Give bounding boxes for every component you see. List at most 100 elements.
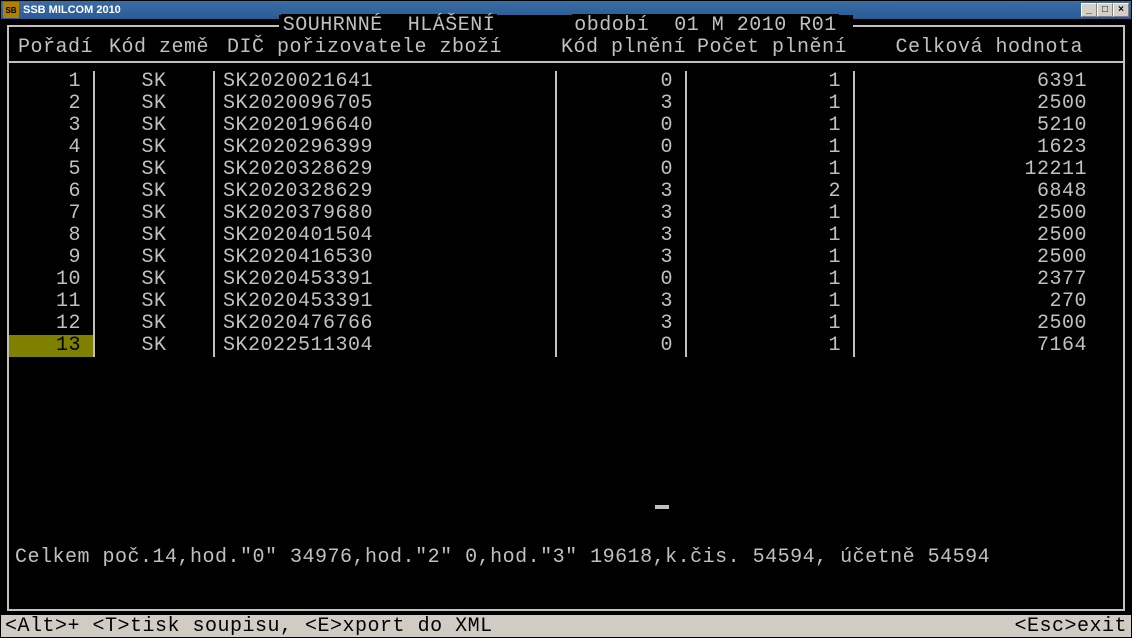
cell-hodnota: 6848: [855, 181, 1123, 203]
cell-pocet: 1: [687, 247, 855, 269]
cell-poradi: 4: [9, 137, 95, 159]
cell-pocet: 1: [687, 203, 855, 225]
cell-hodnota: 2377: [855, 269, 1123, 291]
cell-pocet: 2: [687, 181, 855, 203]
status-bar: <Alt>+ <T>tisk soupisu, <E>xport do XML …: [1, 615, 1131, 637]
cell-zeme: SK: [95, 93, 215, 115]
cell-dic: SK2020328629: [215, 159, 557, 181]
cell-kod: 3: [557, 181, 687, 203]
text-cursor: [655, 505, 669, 509]
cell-zeme: SK: [95, 181, 215, 203]
summary-line: Celkem poč.14,hod."0" 34976,hod."2" 0,ho…: [9, 545, 1123, 573]
cell-zeme: SK: [95, 159, 215, 181]
cell-zeme: SK: [95, 269, 215, 291]
col-pocet: Počet plnění: [691, 37, 859, 59]
cell-poradi: 5: [9, 159, 95, 181]
table-row[interactable]: 10SKSK2020453391012377: [9, 269, 1123, 291]
table-row[interactable]: 9SKSK2020416530312500: [9, 247, 1123, 269]
table-row[interactable]: 5SKSK20203286290112211: [9, 159, 1123, 181]
cell-zeme: SK: [95, 335, 215, 357]
cell-zeme: SK: [95, 71, 215, 93]
cell-poradi: 8: [9, 225, 95, 247]
cell-hodnota: 5210: [855, 115, 1123, 137]
cell-hodnota: 270: [855, 291, 1123, 313]
cell-kod: 3: [557, 247, 687, 269]
cell-kod: 3: [557, 313, 687, 335]
cell-hodnota: 12211: [855, 159, 1123, 181]
cell-kod: 0: [557, 269, 687, 291]
table-row[interactable]: 8SKSK2020401504312500: [9, 225, 1123, 247]
cell-pocet: 1: [687, 313, 855, 335]
cell-kod: 3: [557, 225, 687, 247]
cell-poradi: 12: [9, 313, 95, 335]
cell-kod: 3: [557, 291, 687, 313]
cell-zeme: SK: [95, 225, 215, 247]
table-row[interactable]: 4SKSK2020296399011623: [9, 137, 1123, 159]
cell-zeme: SK: [95, 115, 215, 137]
cell-pocet: 1: [687, 93, 855, 115]
app-window: SB SSB MILCOM 2010 _ □ × SOUHRNNÉ HLÁŠEN…: [0, 0, 1132, 638]
cell-dic: SK2020453391: [215, 269, 557, 291]
col-kod: Kód plnění: [561, 37, 691, 59]
cell-pocet: 1: [687, 269, 855, 291]
cell-pocet: 1: [687, 225, 855, 247]
col-hodnota: Celková hodnota: [859, 37, 1119, 59]
cell-dic: SK2020379680: [215, 203, 557, 225]
cell-kod: 0: [557, 335, 687, 357]
table-row[interactable]: 6SKSK2020328629326848: [9, 181, 1123, 203]
cell-zeme: SK: [95, 291, 215, 313]
cell-hodnota: 1623: [855, 137, 1123, 159]
table-row[interactable]: 13SKSK2022511304017164: [9, 335, 1123, 357]
cell-dic: SK2020453391: [215, 291, 557, 313]
cell-pocet: 1: [687, 115, 855, 137]
frame-title: SOUHRNNÉ HLÁŠENÍ období 01 M 2010 R01: [9, 15, 1123, 37]
table-row[interactable]: 12SKSK2020476766312500: [9, 313, 1123, 335]
table-row[interactable]: 11SKSK202045339131270: [9, 291, 1123, 313]
cell-poradi: 1: [9, 71, 95, 93]
cell-pocet: 1: [687, 335, 855, 357]
table-row[interactable]: 7SKSK2020379680312500: [9, 203, 1123, 225]
cell-poradi: 3: [9, 115, 95, 137]
cell-dic: SK2020401504: [215, 225, 557, 247]
cell-zeme: SK: [95, 203, 215, 225]
terminal-area: SOUHRNNÉ HLÁŠENÍ období 01 M 2010 R01 Po…: [1, 19, 1131, 615]
cell-dic: SK2020328629: [215, 181, 557, 203]
cell-dic: SK2022511304: [215, 335, 557, 357]
cell-poradi: 13: [9, 335, 95, 357]
col-dic: DIČ pořizovatele zboží: [219, 37, 561, 59]
cell-pocet: 1: [687, 71, 855, 93]
table-row[interactable]: 2SKSK2020096705312500: [9, 93, 1123, 115]
cell-hodnota: 7164: [855, 335, 1123, 357]
cell-hodnota: 2500: [855, 313, 1123, 335]
cell-dic: SK2020096705: [215, 93, 557, 115]
cell-dic: SK2020296399: [215, 137, 557, 159]
cell-kod: 0: [557, 115, 687, 137]
table-row[interactable]: 1SKSK2020021641016391: [9, 71, 1123, 93]
col-poradi: Pořadí: [13, 37, 99, 59]
cell-poradi: 11: [9, 291, 95, 313]
table-body[interactable]: 1SKSK20200216410163912SKSK20200967053125…: [9, 63, 1123, 545]
cell-pocet: 1: [687, 291, 855, 313]
cell-hodnota: 2500: [855, 93, 1123, 115]
cell-kod: 0: [557, 71, 687, 93]
cell-hodnota: 2500: [855, 247, 1123, 269]
cell-dic: SK2020196640: [215, 115, 557, 137]
cell-pocet: 1: [687, 159, 855, 181]
col-zeme: Kód země: [99, 37, 219, 59]
cell-kod: 3: [557, 93, 687, 115]
cell-kod: 0: [557, 137, 687, 159]
cell-hodnota: 6391: [855, 71, 1123, 93]
cell-poradi: 7: [9, 203, 95, 225]
cell-kod: 3: [557, 203, 687, 225]
table-row[interactable]: 3SKSK2020196640015210: [9, 115, 1123, 137]
cell-poradi: 10: [9, 269, 95, 291]
cell-poradi: 2: [9, 93, 95, 115]
cell-kod: 0: [557, 159, 687, 181]
cell-dic: SK2020476766: [215, 313, 557, 335]
status-right: <Esc>exit: [1014, 615, 1127, 638]
cell-zeme: SK: [95, 313, 215, 335]
cell-hodnota: 2500: [855, 225, 1123, 247]
cell-poradi: 6: [9, 181, 95, 203]
cell-zeme: SK: [95, 137, 215, 159]
cell-hodnota: 2500: [855, 203, 1123, 225]
